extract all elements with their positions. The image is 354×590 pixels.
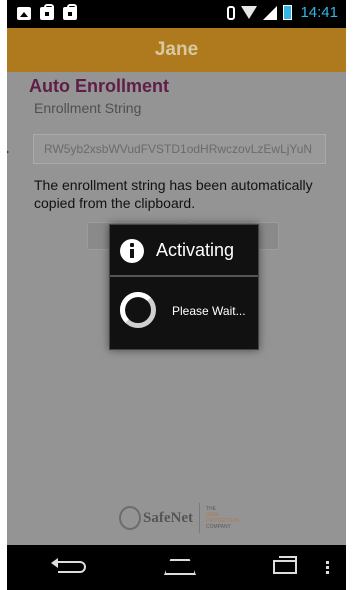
clipboard-message: The enrollment string has been automatic… <box>34 177 313 211</box>
home-button[interactable] <box>160 555 200 579</box>
title-bar: Jane <box>7 28 346 72</box>
dialog-header: Activating <box>110 225 258 275</box>
phone-screen: 14:41 Jane Auto Enrollment Enrollment St… <box>0 0 354 590</box>
overflow-menu-icon <box>325 560 329 564</box>
back-button[interactable] <box>51 555 92 579</box>
home-icon <box>164 559 196 575</box>
back-icon <box>51 558 86 573</box>
left-frame <box>0 0 7 590</box>
recent-apps-icon <box>273 556 297 574</box>
safenet-logo: SafeNet THE DATA PROTECTION COMPANY <box>119 503 239 533</box>
recent-apps-button[interactable] <box>265 555 305 579</box>
status-right-icons: 14:41 <box>227 4 338 21</box>
bluetooth-icon <box>227 5 236 20</box>
brand-name: SafeNet <box>143 509 193 526</box>
status-left-icons <box>17 4 77 20</box>
enrollment-string-field[interactable]: RW5yb2xsbWVudFVSTD1odHRwczovLzEwLjYuN <box>33 134 326 164</box>
navigation-bar <box>7 545 346 590</box>
status-bar: 14:41 <box>7 0 346 28</box>
info-icon <box>120 239 144 263</box>
dialog-title: Activating <box>156 240 235 260</box>
battery-icon <box>283 5 293 20</box>
section-title: Auto Enrollment <box>29 76 169 96</box>
enrollment-string-label: Enrollment String <box>34 100 142 116</box>
download-icon <box>63 4 77 20</box>
tagline-line-4: COMPANY <box>205 524 231 530</box>
image-icon <box>17 7 31 20</box>
status-time: 14:41 <box>300 4 338 21</box>
loading-spinner-icon <box>120 292 156 328</box>
page-title: Jane <box>154 39 199 60</box>
wifi-icon <box>241 6 258 19</box>
signal-icon <box>263 5 278 20</box>
safenet-mark-icon <box>119 506 141 530</box>
dialog-message: Please Wait... <box>172 304 246 318</box>
bag-icon <box>40 4 54 20</box>
brand-tagline: THE DATA PROTECTION COMPANY <box>206 506 239 530</box>
right-frame <box>346 0 354 590</box>
android-screen: 14:41 Jane Auto Enrollment Enrollment St… <box>7 0 346 590</box>
dialog-divider <box>110 275 258 277</box>
activating-dialog: Activating Please Wait... <box>109 224 259 350</box>
logo-divider <box>198 503 200 533</box>
menu-button[interactable] <box>319 555 335 579</box>
enrollment-string-value: RW5yb2xsbWVudFVSTD1odHRwczovLzEwLjYuN <box>44 142 313 156</box>
section-marker-icon <box>7 146 9 158</box>
